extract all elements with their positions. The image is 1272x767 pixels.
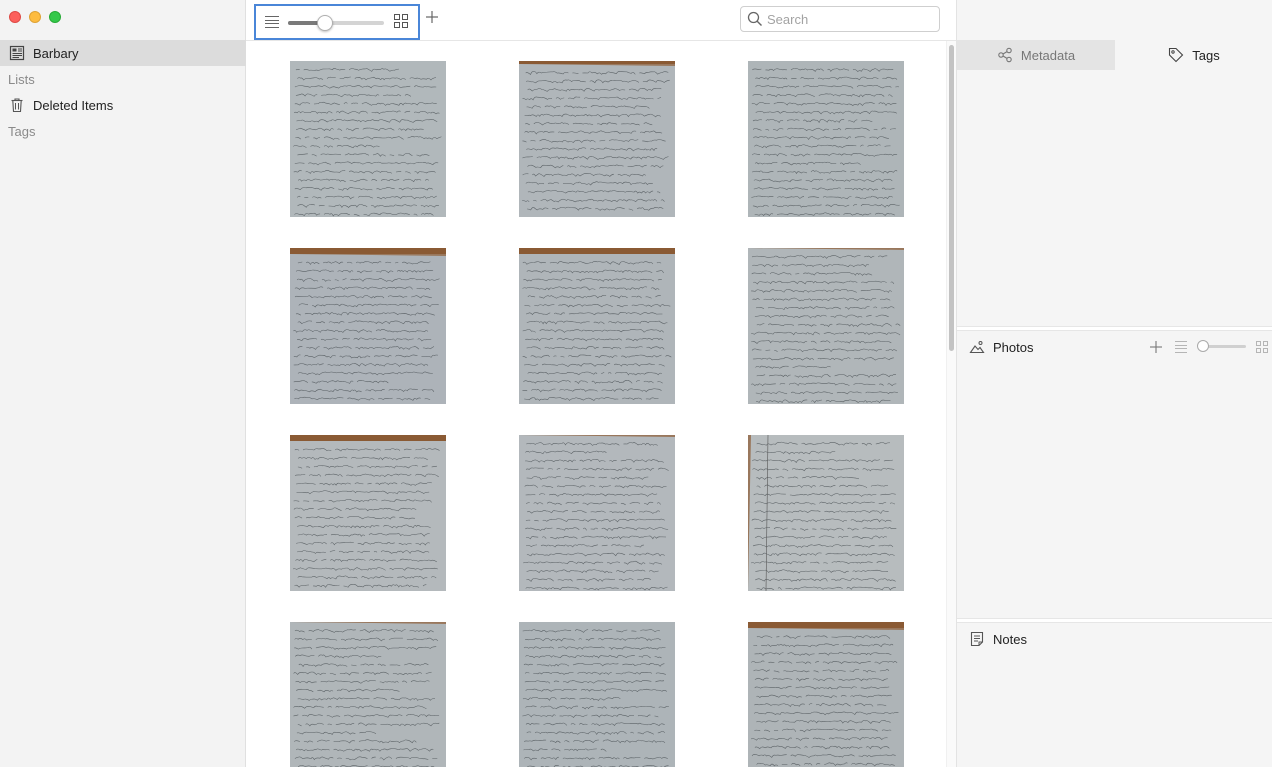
- note-icon: [970, 631, 984, 647]
- grid-thumbnail[interactable]: [748, 435, 904, 591]
- notes-panel-header: Notes: [969, 630, 1027, 648]
- search-icon: [747, 11, 762, 26]
- tags-section-header[interactable]: Tags: [0, 118, 246, 144]
- grid-thumbnail[interactable]: [290, 61, 446, 217]
- grid-thumbnail[interactable]: [748, 61, 904, 217]
- manuscript-image: [290, 61, 446, 217]
- search-input[interactable]: [767, 11, 927, 27]
- trash-icon: [9, 97, 25, 113]
- add-photo-button[interactable]: [1148, 339, 1164, 355]
- sidebar-list: Barbary Lists Deleted Items Tags: [0, 40, 246, 144]
- manuscript-image: [519, 248, 675, 404]
- window-controls: [9, 11, 61, 23]
- inspector-panel: Metadata Tags Photos Notes: [956, 0, 1272, 767]
- grid-thumbnail[interactable]: [519, 248, 675, 404]
- search-field[interactable]: [740, 6, 940, 32]
- toolbar: [246, 0, 956, 41]
- grid-thumbnail[interactable]: [748, 622, 904, 767]
- sidebar-item-label: Deleted Items: [33, 97, 114, 113]
- slider-knob[interactable]: [316, 15, 333, 31]
- grid-scrollbar[interactable]: [946, 41, 956, 767]
- panel-divider[interactable]: [957, 326, 1272, 331]
- share-nodes-icon: [998, 47, 1012, 63]
- sidebar-item-barbary[interactable]: Barbary: [0, 40, 246, 66]
- list-view-icon[interactable]: [1175, 341, 1187, 353]
- manuscript-image: [748, 248, 904, 404]
- photo-grid: [246, 41, 946, 767]
- grid-thumbnail[interactable]: [519, 622, 675, 767]
- tag-icon: [1169, 47, 1184, 63]
- scrollbar-thumb[interactable]: [949, 45, 954, 351]
- grid-view-icon[interactable]: [393, 13, 409, 29]
- add-item-button[interactable]: [424, 9, 440, 25]
- grid-thumbnail[interactable]: [748, 248, 904, 404]
- tab-metadata[interactable]: Metadata: [957, 40, 1115, 70]
- photos-panel-header: Photos: [969, 338, 1033, 356]
- app-window: Barbary Lists Deleted Items Tags Search …: [0, 0, 1272, 767]
- view-controls-group: [254, 4, 420, 40]
- close-window-button[interactable]: [9, 11, 21, 23]
- library-icon: [9, 45, 25, 61]
- manuscript-image: [290, 435, 446, 591]
- sidebar: Barbary Lists Deleted Items Tags: [0, 0, 246, 767]
- lists-section-header: Lists: [8, 71, 35, 87]
- manuscript-image: [748, 622, 904, 767]
- photos-size-slider[interactable]: [1197, 340, 1246, 352]
- manuscript-image: [748, 435, 904, 591]
- tab-tags[interactable]: Tags: [1115, 40, 1272, 70]
- manuscript-image: [290, 622, 446, 767]
- tab-label: Tags: [1192, 47, 1220, 63]
- photo-landscape-icon: [969, 341, 985, 354]
- notes-panel-title: Notes: [993, 631, 1027, 647]
- manuscript-image: [290, 248, 446, 404]
- minimize-window-button[interactable]: [29, 11, 41, 23]
- sidebar-item-label: Barbary: [33, 45, 79, 61]
- plus-icon: [1150, 341, 1162, 353]
- manuscript-image: [519, 61, 675, 217]
- list-view-icon[interactable]: [264, 14, 280, 30]
- grid-thumbnail[interactable]: [519, 435, 675, 591]
- grid-thumbnail[interactable]: [519, 61, 675, 217]
- slider-knob[interactable]: [1197, 340, 1209, 352]
- grid-thumbnail[interactable]: [290, 435, 446, 591]
- manuscript-image: [519, 622, 675, 767]
- maximize-window-button[interactable]: [49, 11, 61, 23]
- inspector-tabs: Metadata Tags: [957, 40, 1272, 70]
- photos-panel-tools: [1148, 338, 1268, 356]
- thumbnail-size-slider[interactable]: [288, 15, 384, 31]
- panel-divider[interactable]: [957, 618, 1272, 623]
- tab-label: Metadata: [1020, 47, 1076, 63]
- manuscript-image: [519, 435, 675, 591]
- grid-thumbnail[interactable]: [290, 248, 446, 404]
- manuscript-image: [748, 61, 904, 217]
- sidebar-item-deleted-items[interactable]: Deleted Items: [0, 92, 246, 118]
- grid-thumbnail[interactable]: [290, 622, 446, 767]
- photos-panel-title: Photos: [993, 339, 1034, 355]
- plus-icon: [426, 11, 438, 23]
- grid-view-icon[interactable]: [1256, 341, 1268, 353]
